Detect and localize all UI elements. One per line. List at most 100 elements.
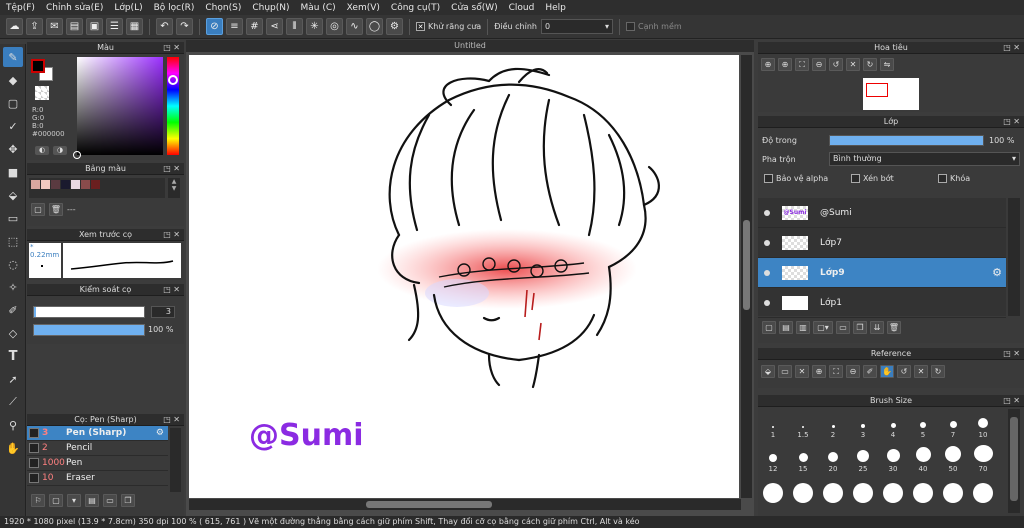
brush-item-eraser[interactable]: 10 Eraser	[27, 471, 168, 486]
visibility-eye-icon[interactable]	[764, 299, 770, 306]
brush-size-cell[interactable]: 20	[818, 445, 848, 473]
brush-size-slider[interactable]	[33, 306, 145, 318]
delete-palette-icon[interactable]: 🗑	[49, 203, 63, 216]
snap-ellipse-icon[interactable]: ◯	[366, 18, 383, 35]
layer-row-lop7[interactable]: Lớp7	[758, 228, 1006, 258]
protect-alpha-toggle[interactable]: Bảo vệ alpha	[764, 174, 851, 183]
smooth-edge-checkbox[interactable]	[625, 22, 635, 31]
menu-filter[interactable]: Bộ lọc(R)	[154, 3, 195, 13]
brush-size-cell[interactable]: 50	[938, 445, 968, 473]
brush-size-cell[interactable]: 12	[758, 445, 788, 473]
color-picker-cursor[interactable]	[73, 151, 81, 159]
delete-layer-icon[interactable]: 🗑	[887, 321, 901, 334]
menu-window[interactable]: Cửa sổ(W)	[451, 3, 497, 13]
brush-size-cell[interactable]	[758, 483, 788, 503]
layer-list-scrollbar[interactable]	[1008, 198, 1020, 316]
panel-close-icon[interactable]: ◳ ✕	[1003, 395, 1020, 407]
menu-color[interactable]: Màu (C)	[301, 3, 336, 13]
reference-rotate-left-icon[interactable]: ↺	[897, 365, 911, 378]
palette-swatch[interactable]	[61, 180, 70, 189]
blend-mode-select[interactable]: Bình thường ▾	[829, 152, 1020, 166]
brush-item-pen[interactable]: 1000 Pen	[27, 456, 168, 471]
layer-opacity-slider[interactable]	[829, 135, 984, 146]
panel-close-icon[interactable]: ◳ ✕	[163, 414, 180, 426]
reference-zoom-out-icon[interactable]: ⊖	[846, 365, 860, 378]
navigator-preview[interactable]	[863, 78, 919, 110]
palette-swatch[interactable]	[31, 180, 40, 189]
brush-size-cell[interactable]	[878, 483, 908, 503]
reference-hand-icon[interactable]: ✋	[880, 365, 894, 378]
zoom-in-icon[interactable]: ⊕	[778, 58, 792, 71]
menu-view[interactable]: Xem(V)	[347, 3, 380, 13]
brush-size-value[interactable]: 3	[151, 306, 175, 318]
fit-screen-icon[interactable]: ⛶	[795, 58, 809, 71]
panel-close-icon[interactable]: ◳ ✕	[163, 163, 180, 175]
brush-size-cell[interactable]	[848, 483, 878, 503]
new-1bit-layer-icon[interactable]: ▥	[796, 321, 810, 334]
list-icon[interactable]: ☰	[106, 18, 123, 35]
brush-size-cell[interactable]: 10	[968, 411, 998, 439]
save-icon[interactable]: ▣	[86, 18, 103, 35]
reference-zoom-in-icon[interactable]: ⊕	[812, 365, 826, 378]
brush-tool-icon[interactable]: ⚐	[31, 494, 45, 507]
canvas-vscroll-thumb[interactable]	[743, 220, 750, 310]
menu-cloud[interactable]: Cloud	[509, 3, 535, 13]
lock-checkbox[interactable]	[938, 174, 947, 183]
snap-perspective-icon[interactable]: ⋖	[266, 18, 283, 35]
panel-close-icon[interactable]: ◳ ✕	[1003, 116, 1020, 128]
lasso-tool-icon[interactable]: ✓	[3, 116, 23, 136]
brush-size-cell[interactable]: 3	[848, 411, 878, 439]
reference-close-icon[interactable]: ✕	[795, 365, 809, 378]
eraser-tool-icon[interactable]: ◆	[3, 70, 23, 90]
select-pen-icon[interactable]: ✐	[3, 300, 23, 320]
brush-size-cell[interactable]: 1.5	[788, 411, 818, 439]
navigator-viewport[interactable]	[866, 83, 888, 97]
hand-tool-icon[interactable]: ✋	[3, 438, 23, 458]
visibility-eye-icon[interactable]	[764, 209, 770, 216]
eyedropper-tool-icon[interactable]: ⚲	[3, 415, 23, 435]
menu-help[interactable]: Help	[545, 3, 566, 13]
rotate-left-icon[interactable]: ↺	[829, 58, 843, 71]
grid-icon[interactable]: ▦	[126, 18, 143, 35]
fill-rect-tool-icon[interactable]: ■	[3, 162, 23, 182]
panel-close-icon[interactable]: ◳ ✕	[163, 284, 180, 296]
visibility-eye-icon[interactable]	[764, 269, 770, 276]
brush-tool-icon[interactable]: ✎	[3, 47, 23, 67]
reference-eyedropper-icon[interactable]: ✐	[863, 365, 877, 378]
primary-color-swatch[interactable]	[31, 59, 45, 73]
select-tool-icon[interactable]: ⬚	[3, 231, 23, 251]
undo-icon[interactable]: ↶	[156, 18, 173, 35]
reference-rotate-right-icon[interactable]: ↻	[931, 365, 945, 378]
menu-edit[interactable]: Chỉnh sửa(E)	[46, 3, 103, 13]
reference-open-icon[interactable]: ▭	[778, 365, 792, 378]
brush-checkbox[interactable]	[29, 473, 39, 483]
brush-size-cell[interactable]: 7	[938, 411, 968, 439]
panel-close-icon[interactable]: ◳ ✕	[163, 42, 180, 54]
move-tool-icon[interactable]: ✥	[3, 139, 23, 159]
reset-view-icon[interactable]: ✕	[846, 58, 860, 71]
brush-item-pencil[interactable]: 2 Pencil	[27, 441, 168, 456]
brush-size-cell[interactable]: 30	[878, 445, 908, 473]
snap-circle-icon[interactable]: ◎	[326, 18, 343, 35]
new-brush-icon[interactable]: ▢	[49, 494, 63, 507]
flip-icon[interactable]: ⇋	[880, 58, 894, 71]
panel-close-icon[interactable]: ◳ ✕	[163, 229, 180, 241]
duplicate-icon[interactable]: ❐	[121, 494, 135, 507]
divide-tool-icon[interactable]: ⟋	[3, 392, 23, 412]
palette-swatch[interactable]	[91, 180, 100, 189]
visibility-eye-icon[interactable]	[764, 239, 770, 246]
brush-menu-icon[interactable]: ▾	[67, 494, 81, 507]
folder-icon[interactable]: ▭	[103, 494, 117, 507]
panel-close-icon[interactable]: ◳ ✕	[1003, 42, 1020, 54]
brush-list-scrollbar[interactable]	[170, 428, 181, 492]
rect-select-tool-icon[interactable]: ▢	[3, 93, 23, 113]
panel-close-icon[interactable]: ◳ ✕	[1003, 348, 1020, 360]
brush-checkbox[interactable]	[29, 428, 39, 438]
snap-radial-icon[interactable]: ✳	[306, 18, 323, 35]
new-palette-icon[interactable]: ▢	[31, 203, 45, 216]
brush-size-cell[interactable]	[938, 483, 968, 503]
snap-settings-icon[interactable]: ⚙	[386, 18, 403, 35]
layer-row-lop9[interactable]: Lớp9 ⚙	[758, 258, 1006, 288]
brush-size-cell[interactable]: 2	[818, 411, 848, 439]
new-halftone-layer-icon[interactable]: ▤	[779, 321, 793, 334]
